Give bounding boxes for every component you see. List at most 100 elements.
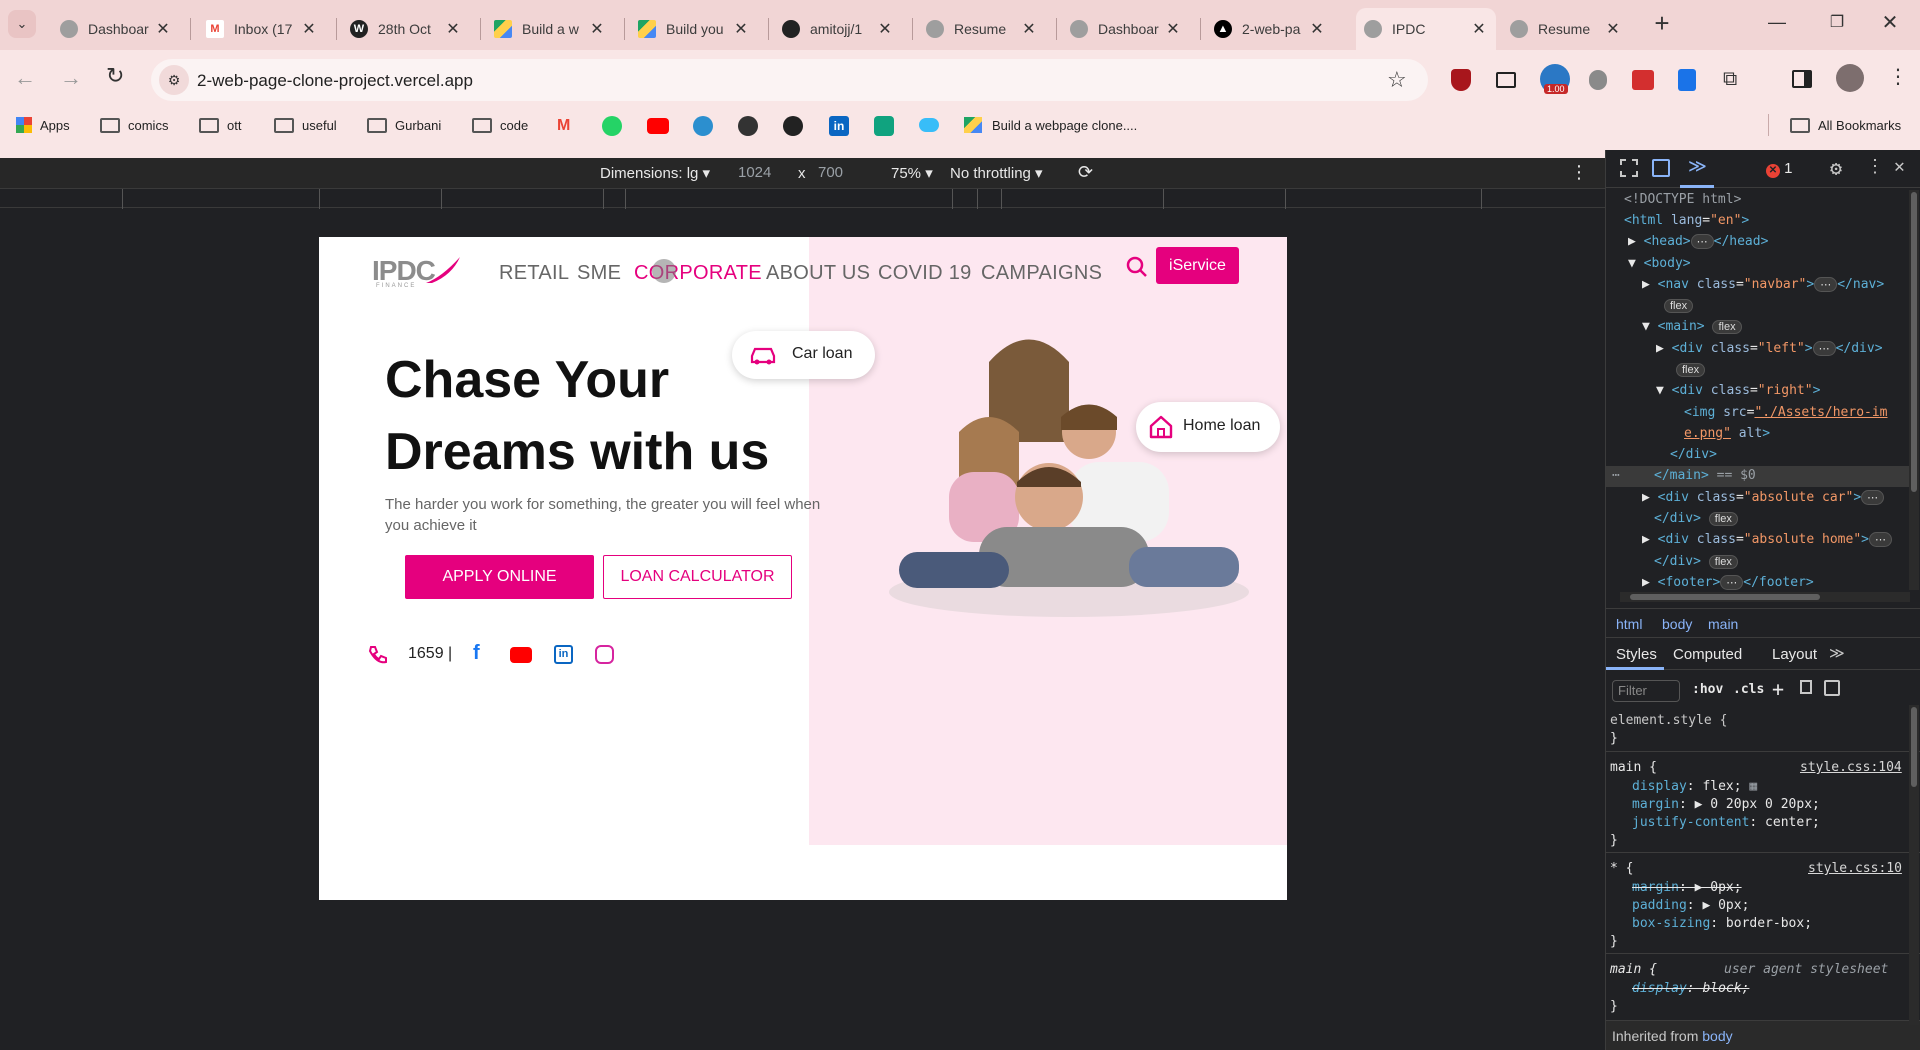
nav-about-us[interactable]: ABOUT US bbox=[766, 262, 870, 285]
tab-7[interactable]: Dashboar ✕ bbox=[1062, 8, 1190, 50]
width-input[interactable]: 1024 bbox=[738, 164, 771, 181]
inherited-body-link[interactable]: body bbox=[1702, 1028, 1732, 1044]
tab-8[interactable]: ▲ 2-web-pa ✕ bbox=[1206, 8, 1334, 50]
restore-button[interactable]: ❐ bbox=[1822, 12, 1852, 38]
ublock-icon[interactable] bbox=[1451, 69, 1471, 91]
youtube-icon[interactable] bbox=[510, 647, 532, 663]
bookmark-build-webpage[interactable]: Build a webpage clone.... bbox=[964, 115, 1137, 135]
new-rule-icon[interactable]: + bbox=[1772, 677, 1784, 701]
close-icon[interactable]: ✕ bbox=[154, 19, 172, 39]
bookmark-folder-ott[interactable]: ott bbox=[199, 115, 241, 135]
bookmark-gmail-icon[interactable]: M bbox=[557, 117, 570, 135]
menu-kebab-icon[interactable]: ⋮ bbox=[1888, 64, 1908, 89]
cls-toggle[interactable]: .cls bbox=[1733, 682, 1764, 697]
crumb-main[interactable]: main bbox=[1708, 616, 1738, 632]
paint-icon[interactable] bbox=[1800, 680, 1812, 694]
extension-blue-icon[interactable] bbox=[1678, 69, 1696, 91]
close-icon[interactable]: ✕ bbox=[300, 19, 318, 39]
device-menu-icon[interactable]: ⋮ bbox=[1570, 162, 1588, 183]
tab-0[interactable]: Dashboar ✕ bbox=[52, 8, 180, 50]
crumb-html[interactable]: html bbox=[1616, 616, 1642, 632]
linkedin-icon[interactable]: in bbox=[554, 645, 573, 664]
bookmark-wordpress-icon[interactable] bbox=[738, 116, 758, 136]
bookmark-folder-code[interactable]: code bbox=[472, 115, 528, 135]
tab-3[interactable]: Build a w ✕ bbox=[486, 8, 614, 50]
forward-button[interactable]: → bbox=[60, 65, 82, 91]
more-tabs-icon[interactable]: ≫ bbox=[1688, 156, 1707, 177]
sidebar-toggle-icon[interactable] bbox=[1824, 680, 1840, 696]
tab-styles[interactable]: Styles bbox=[1616, 646, 1657, 663]
bookmark-youtube-icon[interactable] bbox=[647, 118, 669, 134]
zoom-select[interactable]: 75% ▾ bbox=[891, 164, 933, 182]
height-input[interactable]: 700 bbox=[818, 164, 843, 181]
close-icon[interactable]: ✕ bbox=[1020, 19, 1038, 39]
new-tab-button[interactable]: + bbox=[1650, 10, 1674, 38]
device-toggle-icon[interactable] bbox=[1652, 159, 1670, 177]
close-icon[interactable]: ✕ bbox=[1604, 19, 1622, 39]
styles-filter-input[interactable]: Filter bbox=[1612, 680, 1680, 702]
tab-6[interactable]: Resume ✕ bbox=[918, 8, 1046, 50]
tab-2[interactable]: W 28th Oct ✕ bbox=[342, 8, 470, 50]
nav-covid-19[interactable]: COVID 19 bbox=[878, 262, 972, 285]
close-icon[interactable]: ✕ bbox=[1470, 19, 1488, 39]
profile-avatar[interactable] bbox=[1836, 64, 1864, 92]
url-text[interactable]: 2-web-page-clone-project.vercel.app bbox=[197, 71, 473, 91]
nav-retail[interactable]: RETAIL bbox=[499, 262, 569, 285]
settings-gear-icon[interactable]: ⚙ bbox=[1830, 156, 1842, 180]
bookmark-whatsapp-icon[interactable] bbox=[602, 116, 622, 136]
reload-button[interactable]: ↻ bbox=[106, 63, 124, 89]
tab-5[interactable]: amitojj/1 ✕ bbox=[774, 8, 902, 50]
bookmark-chatgpt-icon[interactable] bbox=[874, 116, 894, 136]
dom-vertical-scrollbar[interactable] bbox=[1909, 190, 1919, 590]
picture-in-picture-icon[interactable] bbox=[1496, 72, 1516, 88]
apply-online-button[interactable]: APPLY ONLINE bbox=[405, 555, 594, 599]
tab-4[interactable]: Build you ✕ bbox=[630, 8, 758, 50]
back-button[interactable]: ← bbox=[14, 65, 36, 91]
tab-search-button[interactable]: ⌄ bbox=[8, 10, 36, 38]
bookmark-linkedin-icon[interactable]: in bbox=[829, 116, 849, 136]
extension-red-icon[interactable] bbox=[1632, 70, 1654, 90]
selected-dom-node[interactable] bbox=[1606, 466, 1914, 487]
minimize-button[interactable]: — bbox=[1762, 12, 1792, 38]
bookmark-github-icon[interactable] bbox=[783, 116, 803, 136]
more-panels-icon[interactable]: ≫ bbox=[1829, 644, 1845, 662]
throttling-select[interactable]: No throttling ▾ bbox=[950, 164, 1043, 182]
bookmark-tailwind-icon[interactable] bbox=[919, 118, 939, 132]
extension-badge-icon[interactable]: 1.00 bbox=[1540, 64, 1570, 94]
bookmark-apps[interactable]: Apps bbox=[16, 115, 70, 135]
styles-scrollbar[interactable] bbox=[1909, 705, 1919, 1025]
extensions-puzzle-icon[interactable]: ⧉ bbox=[1723, 68, 1737, 91]
devtools-menu-icon[interactable]: ⋮ bbox=[1866, 156, 1884, 177]
iservice-button[interactable]: iService bbox=[1156, 247, 1239, 284]
window-close-button[interactable]: ✕ bbox=[1875, 10, 1905, 36]
search-icon[interactable] bbox=[1125, 255, 1149, 279]
tab-layout[interactable]: Layout bbox=[1772, 646, 1817, 663]
ipdc-logo[interactable]: IPDC FINANCE bbox=[372, 255, 464, 291]
bookmark-star-icon[interactable]: ☆ bbox=[1387, 67, 1407, 93]
bookmark-folder-useful[interactable]: useful bbox=[274, 115, 337, 135]
tab-1[interactable]: M Inbox (17 ✕ bbox=[198, 8, 326, 50]
close-icon[interactable]: ✕ bbox=[444, 19, 462, 39]
bug-icon[interactable] bbox=[1589, 70, 1607, 90]
devtools-close-icon[interactable]: ✕ bbox=[1894, 156, 1905, 177]
crumb-body[interactable]: body bbox=[1662, 616, 1692, 632]
address-bar[interactable]: ⚙ 2-web-page-clone-project.vercel.app ☆ bbox=[151, 59, 1428, 101]
dimensions-select[interactable]: Dimensions: lg ▾ bbox=[600, 164, 710, 182]
site-info-icon[interactable]: ⚙ bbox=[159, 65, 189, 95]
hov-toggle[interactable]: :hov bbox=[1692, 682, 1723, 697]
tab-10[interactable]: Resume ✕ bbox=[1502, 8, 1630, 50]
side-panel-icon[interactable] bbox=[1792, 70, 1812, 88]
inspect-element-icon[interactable] bbox=[1620, 159, 1638, 177]
tab-9[interactable]: IPDC ✕ bbox=[1356, 8, 1496, 50]
instagram-icon[interactable] bbox=[595, 645, 614, 664]
bookmark-folder-comics[interactable]: comics bbox=[100, 115, 168, 135]
bookmark-folder-gurbani[interactable]: Gurbani bbox=[367, 115, 441, 135]
nav-sme[interactable]: SME bbox=[577, 262, 621, 285]
close-icon[interactable]: ✕ bbox=[1308, 19, 1326, 39]
close-icon[interactable]: ✕ bbox=[732, 19, 750, 39]
close-icon[interactable]: ✕ bbox=[876, 19, 894, 39]
all-bookmarks[interactable]: All Bookmarks bbox=[1790, 115, 1901, 135]
nav-campaigns[interactable]: CAMPAIGNS bbox=[981, 262, 1102, 285]
media-query-ruler[interactable] bbox=[0, 188, 1605, 209]
dom-horizontal-scrollbar[interactable] bbox=[1620, 592, 1910, 602]
